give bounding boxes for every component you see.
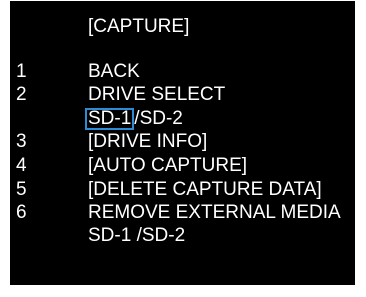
menu-item-number: 3	[16, 131, 27, 152]
drive-option-sd2[interactable]: /SD-2	[134, 108, 183, 129]
drive-option-sd1-selected[interactable]: SD-1	[85, 108, 135, 130]
menu-item-label: BACK	[88, 61, 140, 82]
drive-select-options: SD-1/SD-2	[85, 108, 183, 130]
capture-menu-screen: [CAPTURE] 1 BACK 2 DRIVE SELECT SD-1/SD-…	[0, 0, 366, 297]
menu-item-label: [DRIVE INFO]	[88, 131, 208, 152]
menu-title: [CAPTURE]	[88, 16, 190, 37]
menu-item-label: [AUTO CAPTURE]	[88, 155, 248, 176]
menu-item-label: REMOVE EXTERNAL MEDIA	[88, 202, 341, 223]
menu-item-number: 5	[16, 179, 27, 200]
external-media-options: SD-1 /SD-2	[88, 225, 186, 246]
menu-item-label: DRIVE SELECT	[88, 84, 226, 105]
menu-item-number: 4	[16, 155, 27, 176]
menu-item-number: 1	[16, 61, 27, 82]
menu-item-number: 6	[16, 202, 27, 223]
capture-menu-panel: [CAPTURE] 1 BACK 2 DRIVE SELECT SD-1/SD-…	[10, 1, 355, 285]
menu-item-label: [DELETE CAPTURE DATA]	[88, 179, 322, 200]
menu-item-number: 2	[16, 84, 27, 105]
